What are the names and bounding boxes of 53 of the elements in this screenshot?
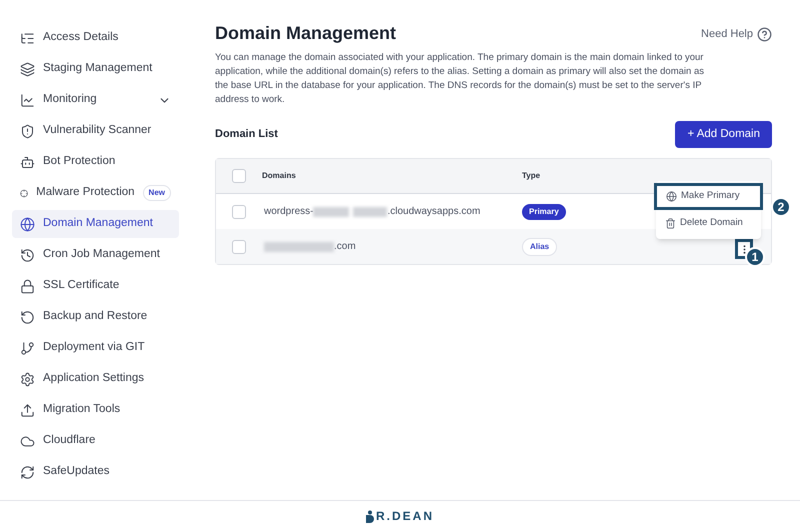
- list-icon: [20, 30, 35, 46]
- lock-icon: [20, 278, 35, 294]
- sidebar-item[interactable]: Cron Job Management: [12, 241, 179, 269]
- sidebar-item[interactable]: SafeUpdates: [12, 458, 179, 486]
- section-title: Domain List: [215, 127, 278, 142]
- globe-icon: [20, 216, 35, 232]
- domain-text: .cloudwaysapps.com: [387, 205, 480, 219]
- branch-icon: [20, 340, 35, 356]
- sidebar-item[interactable]: Access Details: [12, 24, 179, 52]
- help-icon: [757, 26, 772, 42]
- history-icon: [20, 248, 35, 262]
- settings-icon: [20, 372, 35, 386]
- checkbox[interactable]: [232, 240, 246, 254]
- sidebar-item[interactable]: Deployment via GIT: [12, 334, 179, 362]
- globe-icon: [666, 191, 677, 202]
- trash-icon: [665, 218, 676, 229]
- refresh-icon: [20, 464, 35, 480]
- checkbox[interactable]: [232, 169, 246, 183]
- help-link[interactable]: Need Help: [701, 26, 772, 42]
- new-badge: New: [142, 185, 171, 201]
- type-badge: Primary: [522, 204, 566, 220]
- sidebar-item[interactable]: SSL Certificate: [12, 272, 179, 300]
- step-number-badge: 2: [771, 197, 791, 217]
- restore-icon: [20, 310, 35, 324]
- sidebar-item[interactable]: Vulnerability Scanner: [12, 117, 179, 145]
- sidebar-item[interactable]: Bot Protection: [12, 148, 179, 176]
- sidebar-item[interactable]: Domain Management: [12, 210, 179, 238]
- domain-text: wordpress-: [264, 205, 314, 219]
- sidebar-item[interactable]: Cloudflare: [12, 427, 179, 455]
- sidebar-item[interactable]: Application Settings: [12, 365, 179, 393]
- robot-icon: [20, 154, 35, 170]
- menu-item[interactable]: Delete Domain: [656, 210, 761, 237]
- logo-icon: [366, 510, 375, 522]
- logo-text: R.DEAN: [376, 508, 434, 525]
- type-badge: Alias: [522, 238, 558, 256]
- description: You can manage the domain associated with your application. The primary domain is the main domain linked to your application, while the additional domain(s) refers to the alias. Setting a domain as primary will also set the domain as the base URL in the database for your application. The DNS records for the domain(s) must be set to the server's IP address to work.: [215, 51, 705, 107]
- column-header: Type: [522, 170, 540, 182]
- column-header: Domains: [262, 170, 297, 182]
- cloud-icon: [20, 434, 35, 448]
- line-chart-icon: [20, 92, 35, 108]
- page-title: Domain Management: [215, 22, 396, 45]
- sidebar-item[interactable]: Backup and Restore: [12, 303, 179, 331]
- domain-text: .com: [334, 240, 356, 254]
- checkbox[interactable]: [232, 204, 246, 218]
- sidebar-item[interactable]: Staging Management: [12, 55, 179, 83]
- layers-icon: [20, 62, 35, 76]
- shield-icon: [20, 124, 35, 138]
- add-domain-button[interactable]: + Add Domain: [675, 121, 772, 148]
- menu-item[interactable]: Make Primary: [654, 183, 763, 210]
- sidebar-item[interactable]: Malware Protection New: [12, 179, 179, 207]
- sidebar-item[interactable]: Monitoring: [12, 86, 179, 114]
- sidebar-item[interactable]: Migration Tools: [12, 396, 179, 424]
- upload-icon: [20, 402, 35, 418]
